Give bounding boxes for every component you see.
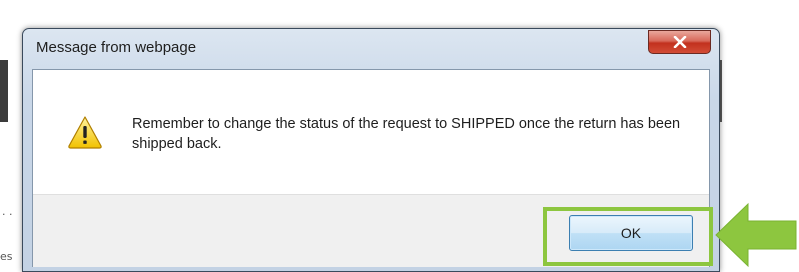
message-panel: Remember to change the status of the req…: [33, 70, 709, 194]
background-page-strip: [0, 60, 8, 122]
dialog-title: Message from webpage: [36, 39, 197, 56]
dialog-message: Remember to change the status of the req…: [132, 116, 681, 152]
close-button[interactable]: [648, 30, 711, 54]
background-fragment: . .: [2, 205, 13, 218]
left-arrow-icon: [715, 202, 797, 268]
close-icon: [673, 36, 686, 48]
dialog-titlebar[interactable]: Message from webpage: [23, 29, 719, 67]
warning-icon: [68, 116, 102, 149]
background-fragment-text: es: [0, 250, 13, 263]
screenshot: . . es Message from webpage Remember to …: [0, 0, 799, 272]
ok-button[interactable]: OK: [569, 215, 693, 251]
